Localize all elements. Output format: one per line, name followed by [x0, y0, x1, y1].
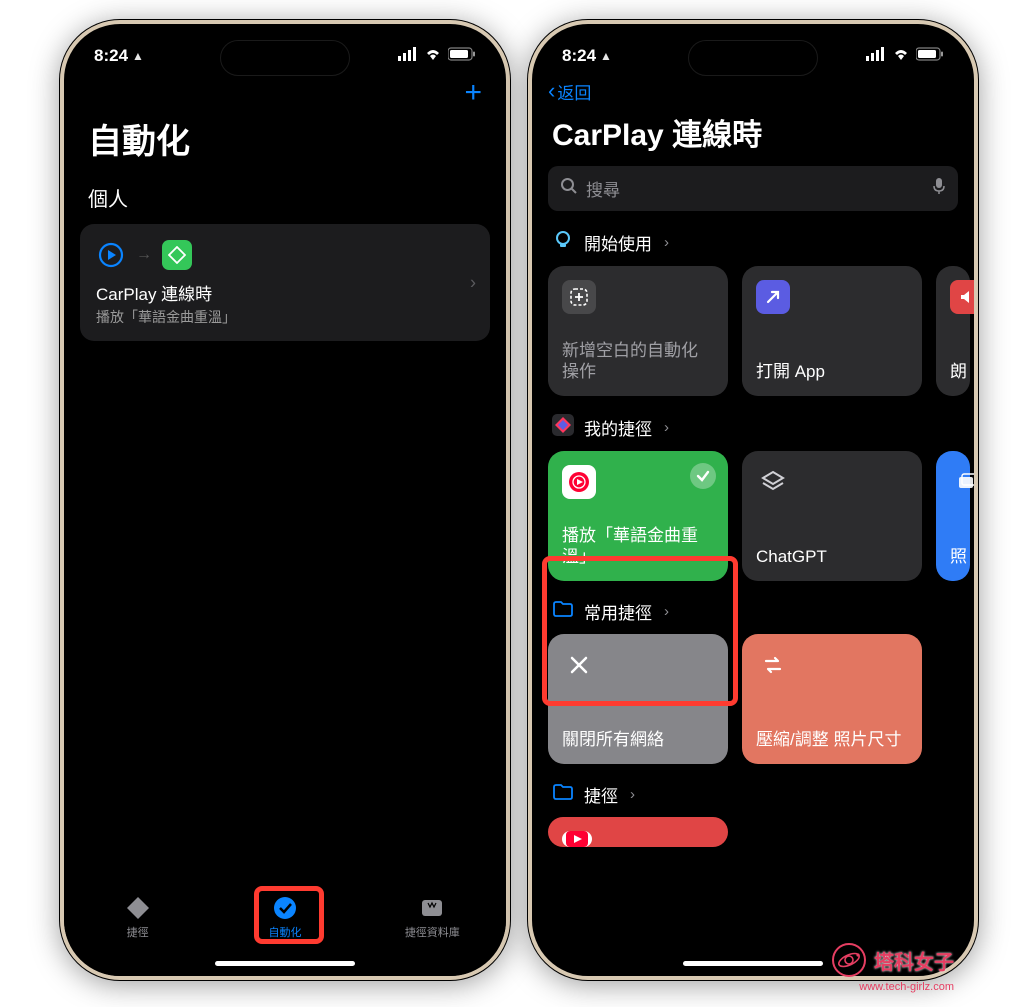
- tab-automation-label: 自動化: [268, 924, 301, 940]
- tile-compress-photo[interactable]: 壓縮/調整 照片尺寸: [742, 634, 922, 764]
- tile-speak-partial[interactable]: 朗: [936, 266, 970, 396]
- signal-icon: [398, 46, 418, 66]
- mic-icon[interactable]: [932, 177, 946, 200]
- automation-card-subtitle: 播放「華語金曲重溫」: [96, 307, 474, 327]
- tile-chatgpt[interactable]: ChatGPT: [742, 451, 922, 581]
- tile-open-app-label: 打開 App: [756, 361, 908, 382]
- shortcuts-icon: [124, 894, 152, 922]
- shortcuts-app-icon: [552, 414, 574, 441]
- tile-blank-label: 新增空白的自動化操作: [562, 340, 714, 383]
- tab-shortcuts[interactable]: 捷徑: [88, 894, 188, 940]
- battery-icon: [916, 46, 944, 66]
- repeat-icon: [756, 648, 790, 682]
- home-indicator[interactable]: [215, 961, 355, 966]
- home-indicator[interactable]: [683, 961, 823, 966]
- youtube-icon: [562, 831, 592, 847]
- tile-close-network-label: 關閉所有網絡: [562, 729, 714, 750]
- tile-open-app[interactable]: 打開 App: [742, 266, 922, 396]
- battery-icon: [448, 46, 476, 66]
- watermark: 塔科女子: [832, 943, 954, 977]
- signal-icon: [866, 46, 886, 66]
- chevron-left-icon: ‹: [548, 78, 555, 104]
- dynamic-island: [220, 40, 350, 76]
- status-time: 8:24: [94, 46, 128, 66]
- gallery-icon: [418, 894, 446, 922]
- x-icon: [562, 648, 596, 682]
- section-getting-started[interactable]: 開始使用 ›: [532, 229, 974, 266]
- tile-play-music-label: 播放「華語金曲重溫」: [562, 525, 714, 568]
- tile-chatgpt-label: ChatGPT: [756, 546, 908, 567]
- wifi-icon: [424, 46, 442, 66]
- status-time: 8:24: [562, 46, 596, 66]
- page-title: CarPlay 連線時: [532, 110, 974, 166]
- wifi-icon: [892, 46, 910, 66]
- section-shortcuts-label: 捷徑: [584, 782, 618, 807]
- tile-blank-automation[interactable]: 新增空白的自動化操作: [548, 266, 728, 396]
- watermark-logo-icon: [832, 943, 866, 977]
- section-my-shortcuts[interactable]: 我的捷徑 ›: [532, 414, 974, 451]
- phone-automation-list: 8:24 ▲ + 自動化 個人: [60, 20, 510, 980]
- carplay-icon: [96, 240, 126, 270]
- tile-speak-label: 朗: [950, 361, 956, 382]
- section-common-label: 常用捷徑: [584, 599, 652, 624]
- section-personal-label: 個人: [64, 173, 506, 220]
- arrow-icon: →: [136, 246, 152, 264]
- chevron-right-icon: ›: [664, 419, 669, 436]
- speaker-icon: [950, 280, 974, 314]
- watermark-url: www.tech-girlz.com: [859, 981, 954, 993]
- tile-photos-label: 照: [950, 546, 956, 567]
- lightbulb-icon: [552, 229, 574, 256]
- selected-checkmark-icon: [690, 463, 716, 489]
- folder-icon: [552, 782, 574, 807]
- phone-action-picker: 8:24 ▲ ‹ 返回 CarPlay 連線時: [528, 20, 978, 980]
- folder-icon: [552, 599, 574, 624]
- tab-gallery-label: 捷徑資料庫: [405, 924, 460, 940]
- chevron-right-icon: ›: [664, 603, 669, 620]
- search-placeholder: 搜尋: [586, 176, 620, 201]
- tab-shortcuts-label: 捷徑: [127, 924, 149, 940]
- tile-play-music[interactable]: 播放「華語金曲重溫」: [548, 451, 728, 581]
- search-input[interactable]: 搜尋: [548, 166, 958, 211]
- watermark-title: 塔科女子: [874, 946, 954, 975]
- tile-close-network[interactable]: 關閉所有網絡: [548, 634, 728, 764]
- chevron-right-icon: ›: [470, 272, 476, 293]
- photos-stack-icon: [950, 465, 974, 499]
- tile-photos-partial[interactable]: 照: [936, 451, 970, 581]
- add-blank-icon: [562, 280, 596, 314]
- section-shortcuts[interactable]: 捷徑 ›: [532, 782, 974, 817]
- section-my-shortcuts-label: 我的捷徑: [584, 415, 652, 440]
- page-title: 自動化: [64, 114, 506, 173]
- youtube-music-icon: [562, 465, 596, 499]
- chevron-right-icon: ›: [630, 786, 635, 803]
- tile-compress-label: 壓縮/調整 照片尺寸: [756, 729, 908, 750]
- carplay-status-icon: ▲: [600, 49, 612, 63]
- tab-automation[interactable]: 自動化: [235, 894, 335, 940]
- tile-partial-bottom[interactable]: [548, 817, 728, 847]
- chevron-right-icon: ›: [664, 234, 669, 251]
- section-getting-started-label: 開始使用: [584, 230, 652, 255]
- shortcut-app-icon: [162, 240, 192, 270]
- back-button[interactable]: ‹ 返回: [532, 72, 974, 110]
- dynamic-island: [688, 40, 818, 76]
- open-app-icon: [756, 280, 790, 314]
- search-icon: [560, 177, 578, 200]
- add-automation-button[interactable]: +: [464, 78, 482, 108]
- section-common-shortcuts[interactable]: 常用捷徑 ›: [532, 599, 974, 634]
- automation-icon: [271, 894, 299, 922]
- stack-icon: [756, 465, 790, 499]
- tab-gallery[interactable]: 捷徑資料庫: [382, 894, 482, 940]
- automation-card-carplay[interactable]: → CarPlay 連線時 播放「華語金曲重溫」 ›: [80, 224, 490, 341]
- back-label: 返回: [557, 79, 591, 104]
- automation-card-title: CarPlay 連線時: [96, 280, 474, 305]
- carplay-status-icon: ▲: [132, 49, 144, 63]
